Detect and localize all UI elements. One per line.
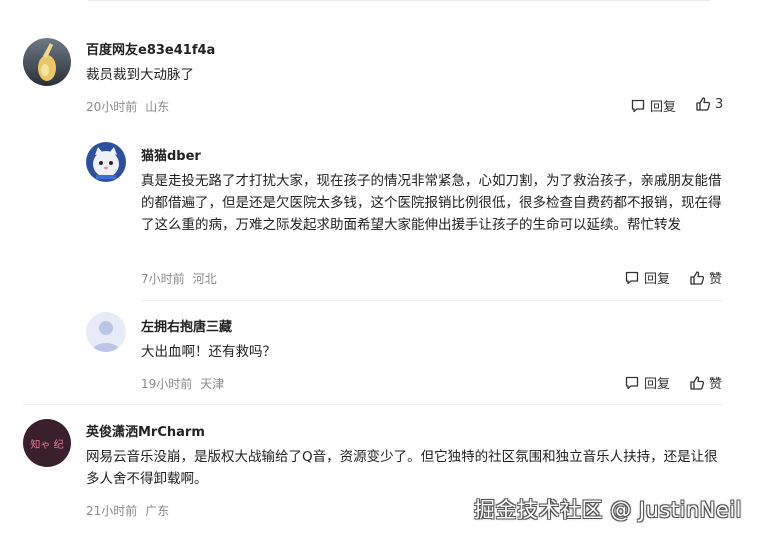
reply-divider — [141, 300, 723, 301]
comment-time: 20小时前 — [86, 100, 138, 114]
comment-icon — [625, 271, 639, 284]
avatar[interactable]: 知ゃ 纪 — [23, 419, 71, 467]
reply-button[interactable]: 回复 — [630, 96, 676, 115]
reply-content: 真是走投无路了才打扰大家，现在孩子的情况非常紧急，心如刀割，为了救治孩子，亲戚朋… — [141, 173, 722, 233]
reply-button[interactable]: 回复 — [624, 268, 670, 287]
reply-content: 大出血啊！还有救吗？ — [141, 344, 276, 360]
thumbs-up-icon — [690, 375, 705, 390]
reply-location: 天津 — [200, 377, 225, 391]
avatar-text: 知ゃ 纪 — [30, 438, 63, 451]
comment-content: 裁员裁到大动脉了 — [86, 67, 194, 83]
comment-icon — [625, 376, 639, 389]
comment-author[interactable]: 英俊潇洒MrCharm — [86, 421, 205, 440]
thumbs-up-icon — [696, 97, 711, 111]
reply-time: 7小时前 — [141, 272, 185, 286]
reply-label: 回复 — [644, 377, 671, 392]
comment-time: 21小时前 — [86, 504, 138, 518]
reply-location: 河北 — [192, 272, 217, 286]
thumbs-up-icon — [690, 270, 705, 285]
avatar[interactable] — [86, 142, 126, 182]
reply-author[interactable]: 猫猫dber — [141, 145, 201, 164]
like-button[interactable]: 赞 — [689, 268, 722, 287]
reply-author[interactable]: 左拥右抱唐三藏 — [141, 316, 232, 335]
comment-divider — [23, 404, 723, 405]
comment-author[interactable]: 百度网友e83e41f4a — [86, 39, 215, 58]
avatar[interactable] — [23, 38, 71, 86]
like-label: 赞 — [709, 377, 723, 392]
comment-location: 山东 — [145, 100, 170, 114]
reply-label: 回复 — [644, 272, 671, 287]
reply-meta: 7小时前 河北 — [141, 270, 217, 287]
comment-content: 网易云音乐没崩，是版权大战输给了Q音，资源变少了。但它独特的社区氛围和独立音乐人… — [86, 449, 718, 487]
comment-icon — [631, 99, 645, 112]
watermark: 掘金技术社区 @ JustinNeil — [474, 498, 742, 522]
like-button[interactable]: 3 — [695, 96, 723, 112]
reply-label: 回复 — [650, 100, 677, 115]
avatar[interactable] — [86, 312, 126, 352]
like-count: 3 — [715, 96, 724, 112]
reply-time: 19小时前 — [141, 377, 193, 391]
top-divider — [88, 0, 710, 1]
comment-location: 广东 — [145, 504, 170, 518]
reply-meta: 19小时前 天津 — [141, 375, 224, 392]
comment-meta: 21小时前 广东 — [86, 502, 169, 519]
like-button[interactable]: 赞 — [689, 373, 722, 392]
like-label: 赞 — [709, 272, 723, 287]
comment-meta: 20小时前 山东 — [86, 98, 169, 115]
reply-button[interactable]: 回复 — [624, 373, 670, 392]
